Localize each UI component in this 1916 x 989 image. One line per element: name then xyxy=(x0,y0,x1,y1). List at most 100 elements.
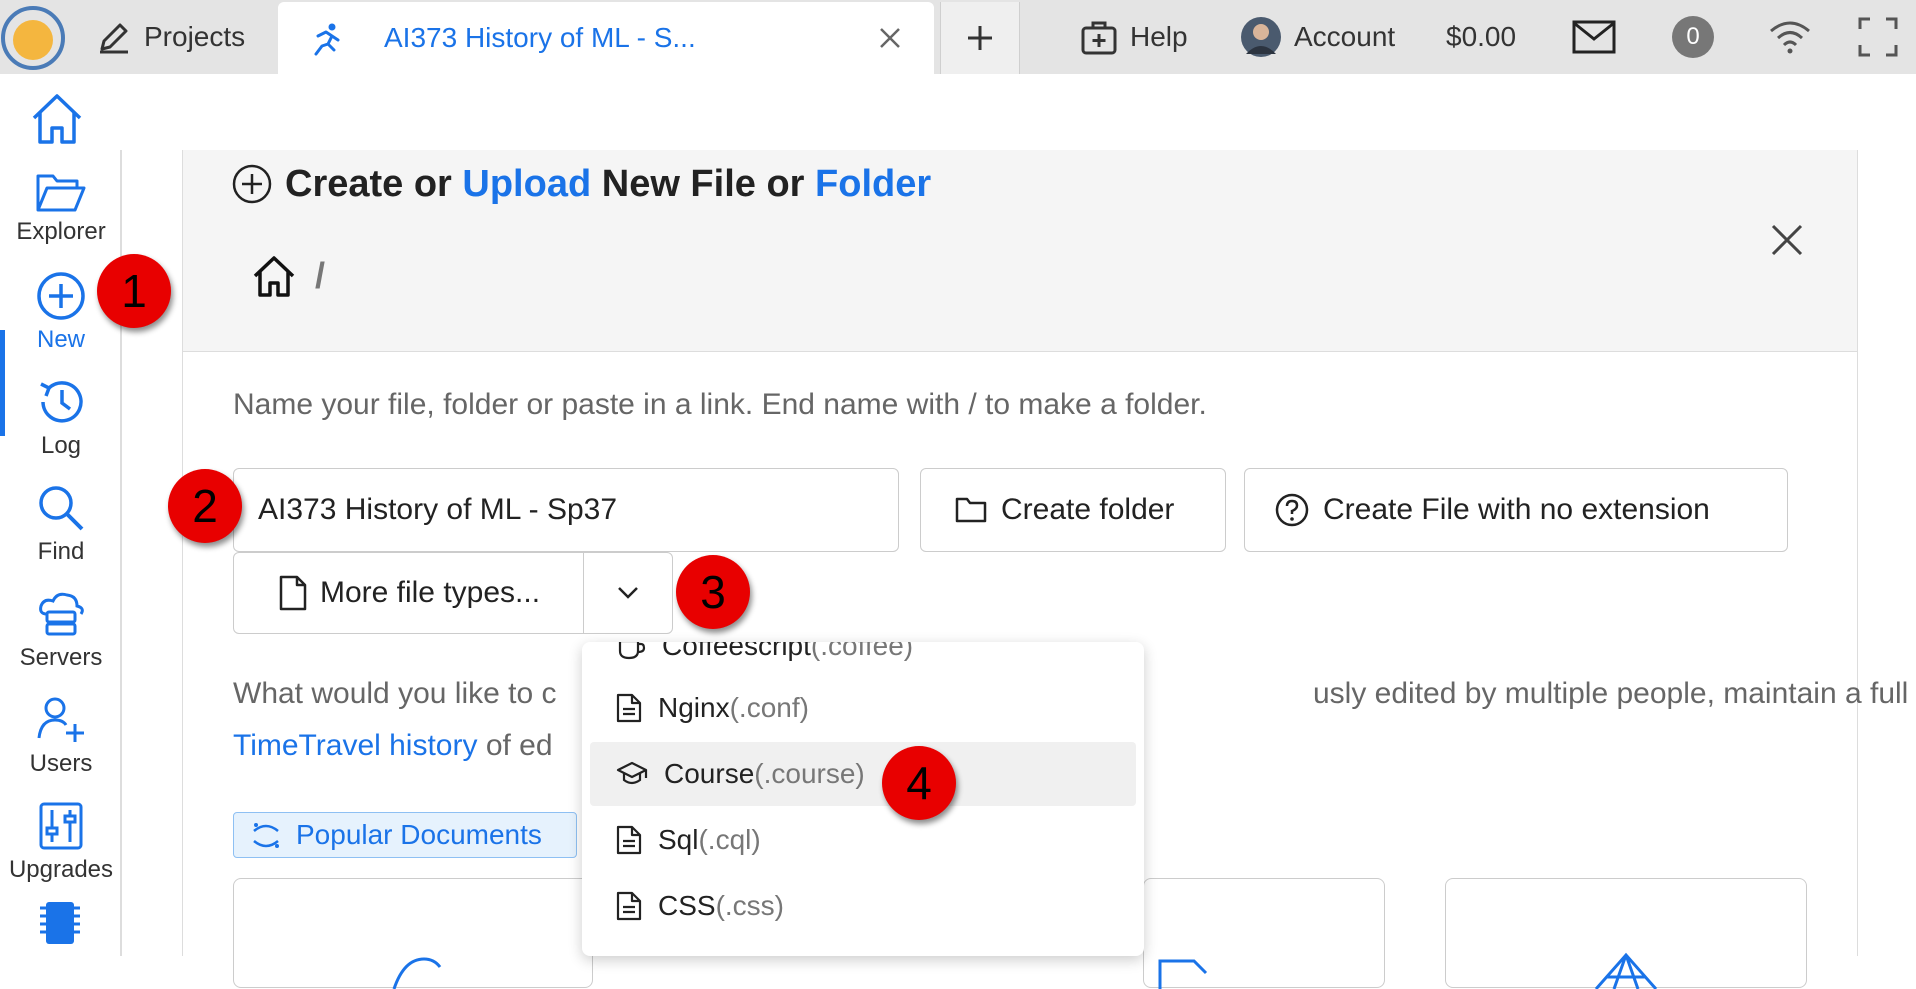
callout-1: 1 xyxy=(97,254,171,328)
projects-label: Projects xyxy=(144,21,246,52)
file-types-dropdown-toggle[interactable] xyxy=(583,552,673,634)
file-text-icon xyxy=(616,825,642,855)
document-icon-1 xyxy=(392,957,442,989)
breadcrumb: / xyxy=(251,254,325,298)
dropdown-item-sql[interactable]: Sql (.cql) xyxy=(590,808,1136,872)
cloud-server-icon xyxy=(39,592,84,636)
file-text-icon xyxy=(616,891,642,921)
dropdown-item-course[interactable]: Course (.course) xyxy=(590,742,1136,806)
account-label: Account xyxy=(1294,21,1396,52)
dropdown-item-ext: (.coffee) xyxy=(810,642,914,661)
notification-count: 0 xyxy=(1672,16,1714,58)
home-icon[interactable] xyxy=(28,90,86,148)
mail-button[interactable] xyxy=(1572,0,1616,74)
jupyter-icon xyxy=(253,823,279,848)
nav-item-servers[interactable]: Servers xyxy=(0,580,122,686)
new-file-panel-header: Create or Upload New File or Folder / xyxy=(182,150,1858,352)
graduation-cap-icon xyxy=(616,761,648,785)
nav-item-log[interactable]: Log xyxy=(0,368,122,474)
dropdown-item-name: Course xyxy=(664,758,755,789)
dropdown-item-ext: (.conf) xyxy=(729,692,809,723)
top-bar: Projects AI373 History of ML - S... Help… xyxy=(0,0,1916,74)
upload-link[interactable]: Upload xyxy=(462,163,591,206)
plus-circle-icon xyxy=(37,272,85,320)
dropdown-item-name: Nginx xyxy=(658,692,730,723)
dropdown-item-nginx[interactable]: Nginx (.conf) xyxy=(590,676,1136,740)
running-figure-icon xyxy=(314,23,340,56)
create-folder-label: Create folder xyxy=(1001,493,1175,526)
avatar xyxy=(1241,17,1281,57)
file-text-icon xyxy=(616,693,642,723)
page-title: Create or Upload New File or Folder xyxy=(231,160,931,208)
folder-link[interactable]: Folder xyxy=(815,163,931,206)
pencil-icon xyxy=(100,23,128,54)
dropdown-item-ext: (.course) xyxy=(754,758,865,789)
plus-circle-icon xyxy=(232,164,272,204)
document-card-3[interactable] xyxy=(1143,878,1385,989)
timetravel-history-link[interactable]: TimeTravel history xyxy=(233,729,477,762)
left-nav: Explorer New Log Find Servers Users Upgr… xyxy=(0,74,122,956)
plus-icon xyxy=(968,26,992,50)
popular-documents-tab[interactable]: Popular Documents xyxy=(233,812,577,858)
tab-title: AI373 History of ML - S... xyxy=(384,22,696,53)
home-icon[interactable] xyxy=(251,254,297,298)
popular-documents-label: Popular Documents xyxy=(296,819,542,850)
dropdown-item-name: CSS xyxy=(658,890,716,921)
callout-4: 4 xyxy=(882,746,956,820)
filename-input[interactable] xyxy=(233,468,899,552)
dropdown-item-css[interactable]: CSS (.css) xyxy=(590,874,1136,938)
nav-label-servers: Servers xyxy=(19,644,103,671)
create-file-no-extension-label: Create File with no extension xyxy=(1323,493,1710,526)
dropdown-item-name: Sql xyxy=(658,824,699,855)
nav-item-find[interactable]: Find xyxy=(0,474,122,580)
nav-label-upgrades: Upgrades xyxy=(8,856,114,883)
account-button[interactable]: Account xyxy=(1240,0,1395,74)
description-text-3: of ed xyxy=(477,729,553,762)
description-line-2: TimeTravel history of ed xyxy=(233,720,553,772)
file-types-dropdown-menu: Coffeescript (.coffee) Nginx (.conf) Cours… xyxy=(582,642,1144,956)
chip-icon[interactable] xyxy=(34,898,86,944)
search-icon xyxy=(39,486,84,531)
create-folder-button[interactable]: Create folder xyxy=(920,468,1226,552)
nav-label-explorer: Explorer xyxy=(16,218,106,245)
callout-3: 3 xyxy=(676,555,750,629)
nav-item-users[interactable]: Users xyxy=(0,686,122,792)
new-tab-button[interactable] xyxy=(940,2,1020,74)
history-icon xyxy=(40,381,83,423)
help-button[interactable]: Help xyxy=(1080,0,1188,74)
help-label: Help xyxy=(1130,21,1188,52)
coffee-icon xyxy=(618,642,646,660)
folder-icon xyxy=(955,497,987,523)
nav-item-explorer[interactable]: Explorer xyxy=(0,162,122,268)
wifi-icon xyxy=(1770,21,1810,54)
chevron-down-icon xyxy=(618,587,638,599)
title-text-2: New File or xyxy=(591,162,816,205)
description-text-1: What would you like to c xyxy=(233,677,557,710)
balance[interactable]: $0.00 xyxy=(1446,0,1516,74)
dropdown-item-ext: (.cql) xyxy=(698,824,761,855)
app-logo-icon[interactable] xyxy=(0,2,66,72)
tab-ai373[interactable]: AI373 History of ML - S... xyxy=(278,2,934,74)
close-icon[interactable] xyxy=(1769,222,1805,258)
document-card-4[interactable] xyxy=(1445,878,1807,989)
description-text-2: usly edited by multiple people, maintain… xyxy=(1313,677,1909,710)
notifications-button[interactable]: 0 xyxy=(1672,0,1714,74)
folder-open-icon xyxy=(36,174,86,212)
document-card-1[interactable] xyxy=(233,878,593,989)
question-circle-icon xyxy=(1275,493,1309,527)
medical-kit-icon xyxy=(1081,21,1117,55)
name-hint: Name your file, folder or paste in a lin… xyxy=(233,388,1207,421)
users-icon xyxy=(37,697,84,742)
dropdown-item-name: Coffeescript xyxy=(662,642,811,661)
nav-item-upgrades[interactable]: Upgrades xyxy=(0,792,122,898)
projects-button[interactable]: Projects xyxy=(96,0,245,74)
connection-status[interactable] xyxy=(1768,0,1812,74)
sliders-icon xyxy=(39,802,83,850)
fullscreen-button[interactable] xyxy=(1858,0,1898,74)
network-graph-icon xyxy=(1594,952,1658,989)
document-icon-3 xyxy=(1158,959,1208,989)
close-tab-icon[interactable] xyxy=(876,24,904,52)
create-file-no-extension-button[interactable]: Create File with no extension xyxy=(1244,468,1788,552)
dropdown-item-coffeescript[interactable]: Coffeescript (.coffee) xyxy=(590,642,1136,678)
more-file-types-button[interactable]: More file types... xyxy=(233,552,585,634)
